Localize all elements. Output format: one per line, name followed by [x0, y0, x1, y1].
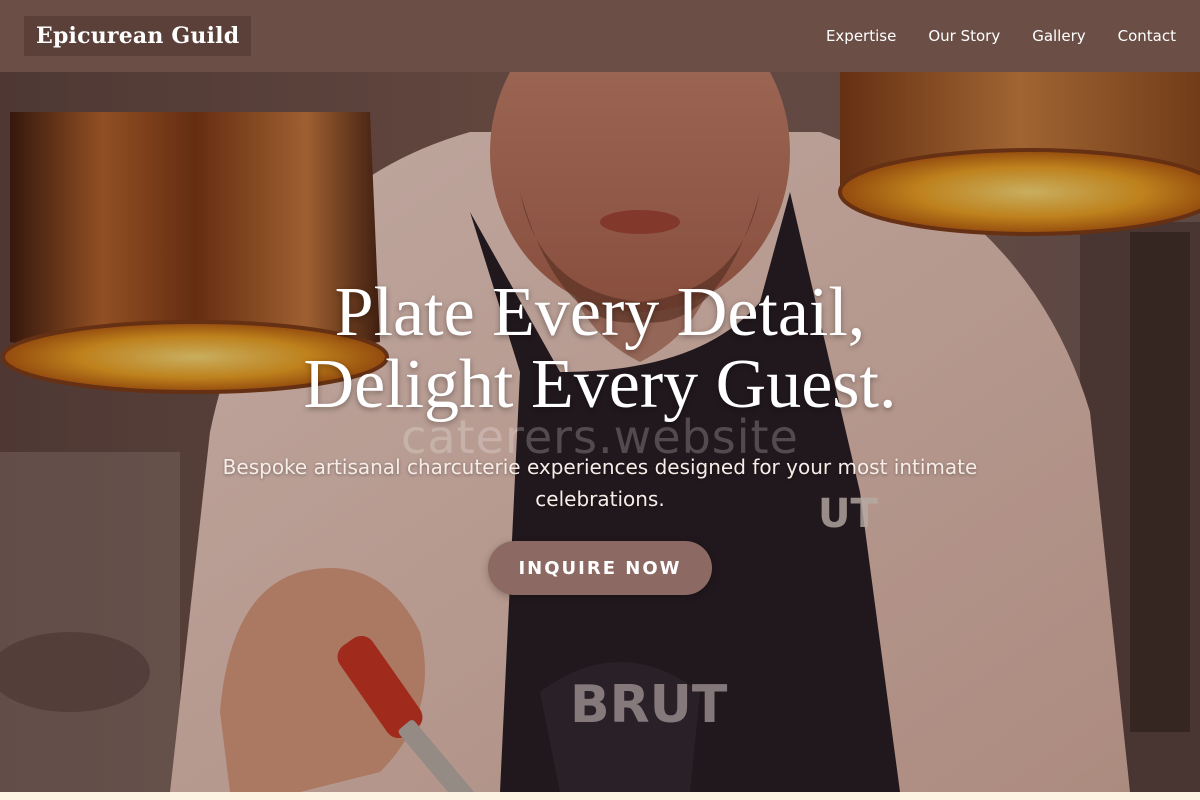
hero-content: Plate Every Detail, Delight Every Guest.… — [0, 277, 1200, 515]
inquire-now-button[interactable]: INQUIRE NOW — [488, 541, 712, 595]
nav-link-contact[interactable]: Contact — [1118, 27, 1176, 45]
nav-menu: Expertise Our Story Gallery Contact — [826, 0, 1176, 72]
navbar: Epicurean Guild Expertise Our Story Gall… — [0, 0, 1200, 72]
brand-logo[interactable]: Epicurean Guild — [24, 16, 252, 56]
hero-title: Plate Every Detail, Delight Every Guest. — [0, 277, 1200, 421]
page-bottom-strip — [0, 792, 1200, 800]
hero-title-line-1: Plate Every Detail, — [334, 274, 866, 351]
hero-subtitle: Bespoke artisanal charcuterie experience… — [222, 455, 978, 511]
nav-link-gallery[interactable]: Gallery — [1032, 27, 1085, 45]
nav-link-our-story[interactable]: Our Story — [928, 27, 1000, 45]
nav-link-expertise[interactable]: Expertise — [826, 27, 896, 45]
hero-section: BRUT UT caterers.website Plate Every Det… — [0, 72, 1200, 792]
hero-title-line-2: Delight Every Guest. — [303, 346, 897, 423]
page: Epicurean Guild Expertise Our Story Gall… — [0, 0, 1200, 800]
